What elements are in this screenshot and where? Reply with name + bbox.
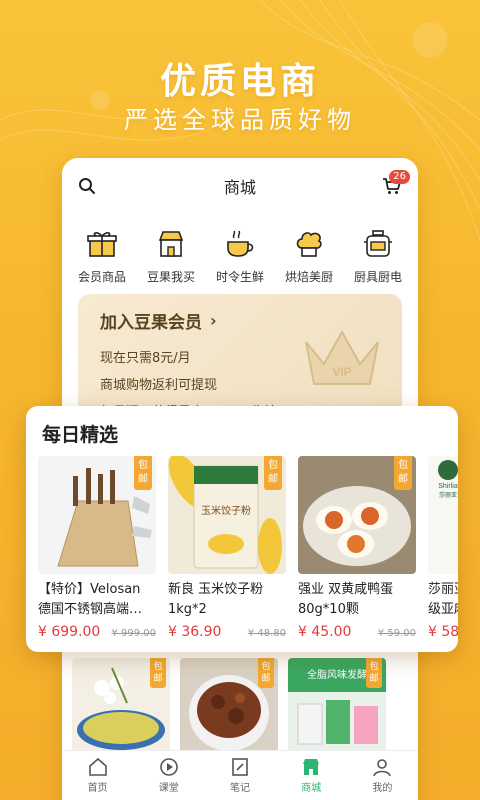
hero-subtitle: 严选全球品质好物 <box>124 106 356 134</box>
category-row: 会员商品 豆果我买 时令生鲜 烘焙美厨 厨具厨电 <box>62 214 418 285</box>
product-thumb-yogurt[interactable]: 全脂风味发酵 包邮 <box>288 658 386 758</box>
product-card[interactable]: 玉米饺子粉 包邮 新良 玉米饺子粉 1kg*2 ¥ 36.90 ¥ 48.80 <box>168 456 286 652</box>
free-shipping-tag: 包邮 <box>394 456 412 490</box>
category-douguo-buy[interactable]: 豆果我买 <box>137 228 205 285</box>
tab-label: 笔记 <box>230 783 250 794</box>
product-card[interactable]: 包邮 强业 双黄咸鸭蛋 80g*10颗 ¥ 45.00 ¥ 59.00 <box>298 456 416 652</box>
bottom-tab-bar: 首页 课堂 笔记 商城 我的 <box>62 750 418 800</box>
free-shipping-tag: 包邮 <box>150 658 166 688</box>
brand-text: Shirlia <box>438 483 458 490</box>
product-image-salted-eggs: 包邮 <box>298 456 416 574</box>
product-price: ¥ 36.90 <box>168 624 222 640</box>
product-image-knife-set: 包邮 <box>38 456 156 574</box>
product-old-price: ¥ 999.00 <box>111 628 156 639</box>
brand-subtext: 莎丽亚 <box>439 491 457 499</box>
free-shipping-tag: 包邮 <box>258 658 274 688</box>
corn-package-text: 玉米饺子粉 <box>201 504 251 517</box>
free-shipping-tag: 包邮 <box>134 456 152 490</box>
free-shipping-tag: 包邮 <box>366 658 382 688</box>
cart-count-badge: 26 <box>389 170 410 184</box>
tab-label: 首页 <box>87 783 108 794</box>
mall-title: 商城 <box>223 178 256 197</box>
product-price: ¥ 45.00 <box>298 624 352 640</box>
tab-label: 课堂 <box>158 783 179 794</box>
product-card[interactable]: Shirlia 莎丽亚 莎丽亚 级亚麻 ¥ 58.0 <box>428 456 458 652</box>
member-banner[interactable]: 加入豆果会员 › 现在只需8元/月 商城购物返利可提现 每月还可获得最高2000… <box>78 294 402 424</box>
search-icon[interactable] <box>78 177 96 195</box>
mall-header: 商城 26 <box>62 158 418 214</box>
ferment-package-text: 全脂风味发酵 <box>307 668 367 681</box>
user-icon <box>373 759 392 777</box>
product-old-price: ¥ 59.00 <box>377 628 416 639</box>
category-kitchenware[interactable]: 厨具厨电 <box>344 228 412 285</box>
gift-icon <box>87 232 117 257</box>
more-products-row: 包邮 包邮 全脂风味发酵 包邮 <box>62 658 418 758</box>
product-thumb-rice[interactable]: 包邮 <box>72 658 170 758</box>
category-seasonal-fresh[interactable]: 时令生鲜 <box>206 228 274 285</box>
category-label: 时令生鲜 <box>215 270 264 284</box>
note-icon <box>232 758 248 776</box>
daily-picks-card: 每日精选 包邮 【特价】Velosan 德国不锈钢高端… ¥ 699.00 ¥ … <box>26 406 458 652</box>
hero-title: 优质电商 <box>159 61 320 102</box>
tab-class[interactable]: 课堂 <box>133 751 204 800</box>
daily-products-row: 包邮 【特价】Velosan 德国不锈钢高端… ¥ 699.00 ¥ 999.0… <box>26 456 458 652</box>
product-name: 新良 玉米饺子粉 1kg*2 <box>168 582 264 617</box>
product-image-corn-flour: 玉米饺子粉 包邮 <box>168 456 286 574</box>
store-icon <box>303 759 320 775</box>
product-image-linen-oil: Shirlia 莎丽亚 <box>428 456 458 574</box>
tab-label: 商城 <box>301 783 322 794</box>
tab-notes[interactable]: 笔记 <box>204 751 275 800</box>
play-icon <box>159 758 178 776</box>
category-label: 豆果我买 <box>146 270 195 284</box>
pot-icon <box>364 230 392 257</box>
vip-badge-text: VIP <box>332 365 351 379</box>
product-card[interactable]: 包邮 【特价】Velosan 德国不锈钢高端… ¥ 699.00 ¥ 999.0… <box>38 456 156 652</box>
chef-hat-icon <box>296 232 322 257</box>
product-name: 莎丽亚 级亚麻 <box>428 582 458 617</box>
category-label: 烘焙美厨 <box>284 270 333 284</box>
shop-icon <box>158 231 184 257</box>
category-baking[interactable]: 烘焙美厨 <box>275 228 343 285</box>
product-thumb-beef[interactable]: 包邮 <box>180 658 278 758</box>
product-name: 【特价】Velosan 德国不锈钢高端… <box>38 582 143 617</box>
category-member-goods[interactable]: 会员商品 <box>68 228 136 285</box>
category-label: 厨具厨电 <box>353 270 402 284</box>
category-label: 会员商品 <box>77 270 126 284</box>
tab-mall[interactable]: 商城 <box>276 751 347 800</box>
home-icon <box>88 757 107 776</box>
product-price: ¥ 58.0 <box>428 624 458 640</box>
tab-profile[interactable]: 我的 <box>347 751 418 800</box>
tab-label: 我的 <box>372 783 393 794</box>
product-old-price: ¥ 48.80 <box>247 628 286 639</box>
product-price: ¥ 699.00 <box>38 624 101 640</box>
product-name: 强业 双黄咸鸭蛋 80g*10颗 <box>298 582 394 617</box>
free-shipping-tag: 包邮 <box>264 456 282 490</box>
vip-crown-icon: VIP <box>305 329 379 385</box>
daily-picks-title: 每日精选 <box>42 424 119 446</box>
teacup-icon <box>227 230 254 257</box>
chevron-right-icon: › <box>210 311 217 330</box>
tab-home[interactable]: 首页 <box>62 751 133 800</box>
